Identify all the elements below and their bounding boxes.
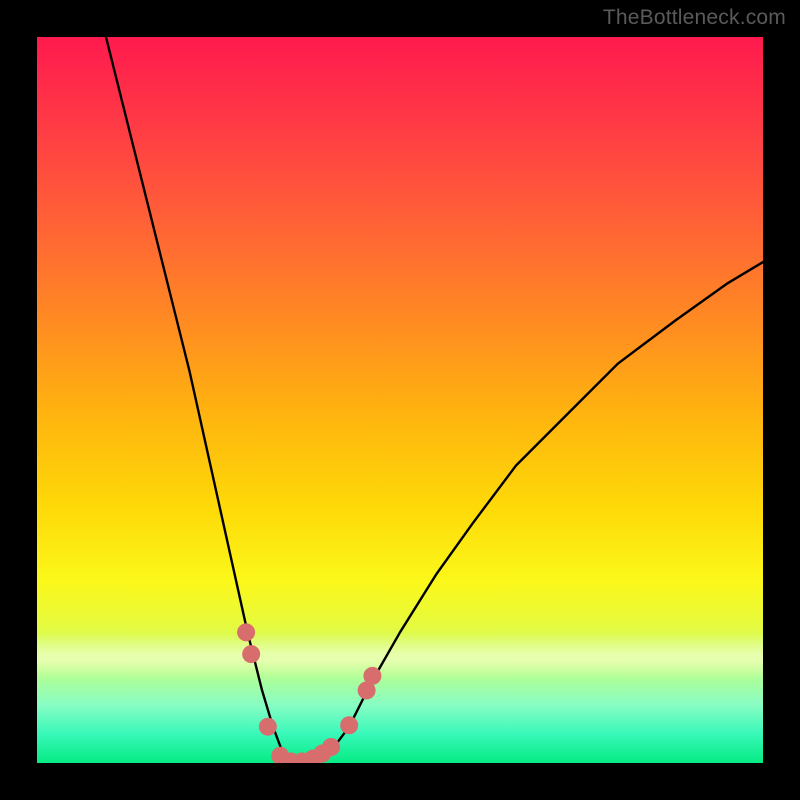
chart-frame: TheBottleneck.com xyxy=(0,0,800,800)
marker-dot xyxy=(237,623,255,641)
marker-dot xyxy=(363,667,381,685)
highlight-dots xyxy=(237,623,381,763)
marker-dot xyxy=(340,716,358,734)
marker-dot xyxy=(322,738,340,756)
plot-area xyxy=(37,37,763,763)
watermark-text: TheBottleneck.com xyxy=(603,6,786,30)
marker-dot xyxy=(259,718,277,736)
chart-svg xyxy=(37,37,763,763)
bottleneck-curve xyxy=(106,37,763,763)
marker-dot xyxy=(242,645,260,663)
